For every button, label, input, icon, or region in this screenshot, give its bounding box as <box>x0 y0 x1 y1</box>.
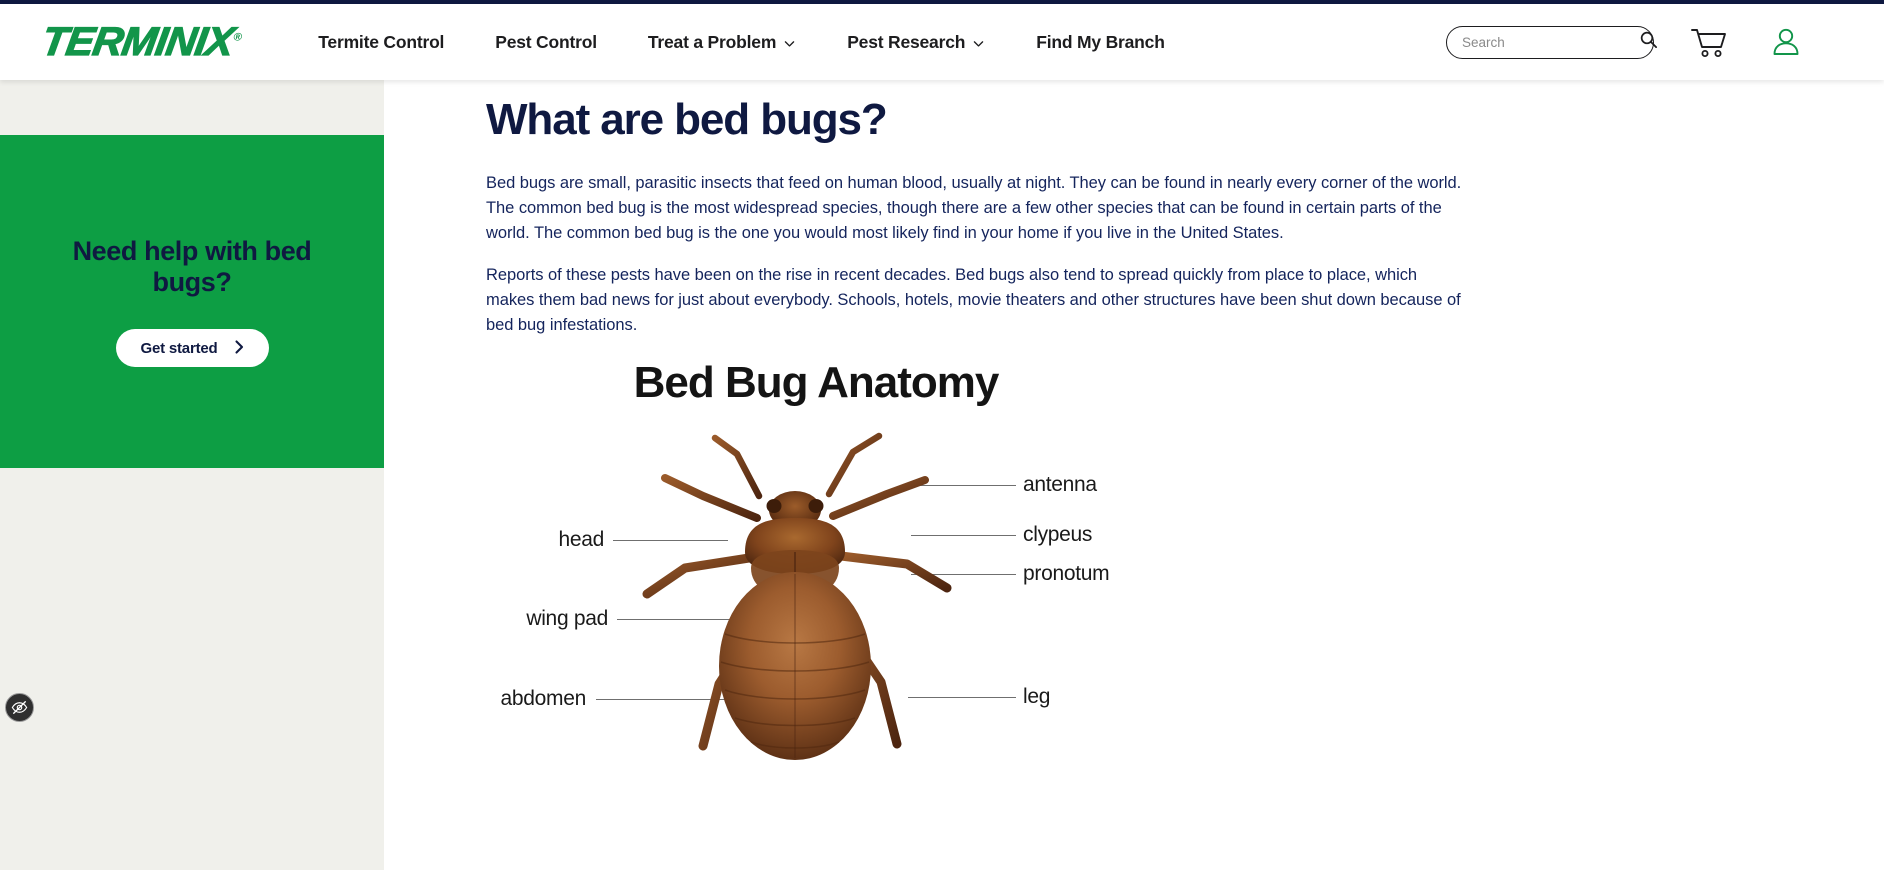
search-input[interactable] <box>1462 26 1639 58</box>
nav-label: Treat a Problem <box>647 31 777 52</box>
search-box[interactable] <box>1446 25 1658 59</box>
chevron-down-icon <box>783 37 796 50</box>
bed-bug-illustration <box>642 432 952 761</box>
main-navigation: Termite Control Pest Control Treat a Pro… <box>318 26 1165 59</box>
nav-item-treat-a-problem[interactable]: Treat a Problem <box>648 26 796 59</box>
chevron-down-icon <box>972 37 985 50</box>
nav-label: Pest Control <box>495 31 597 52</box>
get-started-label: Get started <box>140 339 218 357</box>
figure-label-leg: leg <box>1023 685 1051 709</box>
figure-label-head: head <box>558 528 604 552</box>
figure-label-wing-pad: wing pad <box>526 607 608 631</box>
promo-card-bed-bugs: Need help with bed bugs? Get started <box>0 135 384 468</box>
nav-item-termite-control[interactable]: Termite Control <box>318 26 444 59</box>
nav-label: Termite Control <box>318 31 445 52</box>
search-icon[interactable] <box>1639 30 1658 54</box>
page-root: TERMINIX® Termite Control Pest Control T… <box>0 0 1884 870</box>
page-title: What are bed bugs? <box>486 95 888 144</box>
chevron-right-icon <box>234 340 244 357</box>
accessibility-widget-button[interactable] <box>5 693 34 722</box>
get-started-button[interactable]: Get started <box>115 329 269 368</box>
figure-label-pronotum: pronotum <box>1023 562 1110 586</box>
logo-text: TERMINIX <box>38 19 237 64</box>
site-header: TERMINIX® Termite Control Pest Control T… <box>0 4 1884 80</box>
body-paragraph: Bed bugs are small, parasitic insects th… <box>486 173 1462 243</box>
user-account-icon[interactable] <box>1770 26 1802 58</box>
logo-registered-mark: ® <box>232 31 242 44</box>
nav-label: Find My Branch <box>1036 31 1165 52</box>
figure-label-abdomen: abdomen <box>500 687 587 711</box>
header-actions <box>1446 4 1884 80</box>
left-sidebar: Need help with bed bugs? Get started <box>0 80 384 870</box>
nav-item-pest-research[interactable]: Pest Research <box>847 26 985 59</box>
main-content: What are bed bugs? Bed bugs are small, p… <box>384 80 1884 870</box>
figure-title: Bed Bug Anatomy <box>633 358 1000 408</box>
nav-item-pest-control[interactable]: Pest Control <box>495 26 597 59</box>
bed-bug-anatomy-figure: Bed Bug Anatomy antenna clypeus pronotum <box>486 358 1486 762</box>
anatomy-diagram: antenna clypeus pronotum leg head wing p… <box>486 422 1146 762</box>
nav-label: Pest Research <box>847 31 966 52</box>
promo-title: Need help with bed bugs? <box>72 235 312 297</box>
shopping-cart-icon[interactable] <box>1690 26 1728 59</box>
terminix-logo[interactable]: TERMINIX® <box>38 19 243 64</box>
nav-item-find-my-branch[interactable]: Find My Branch <box>1036 26 1165 59</box>
body-paragraph: Reports of these pests have been on the … <box>486 265 1461 334</box>
figure-label-clypeus: clypeus <box>1023 523 1093 547</box>
figure-label-antenna: antenna <box>1023 473 1097 497</box>
